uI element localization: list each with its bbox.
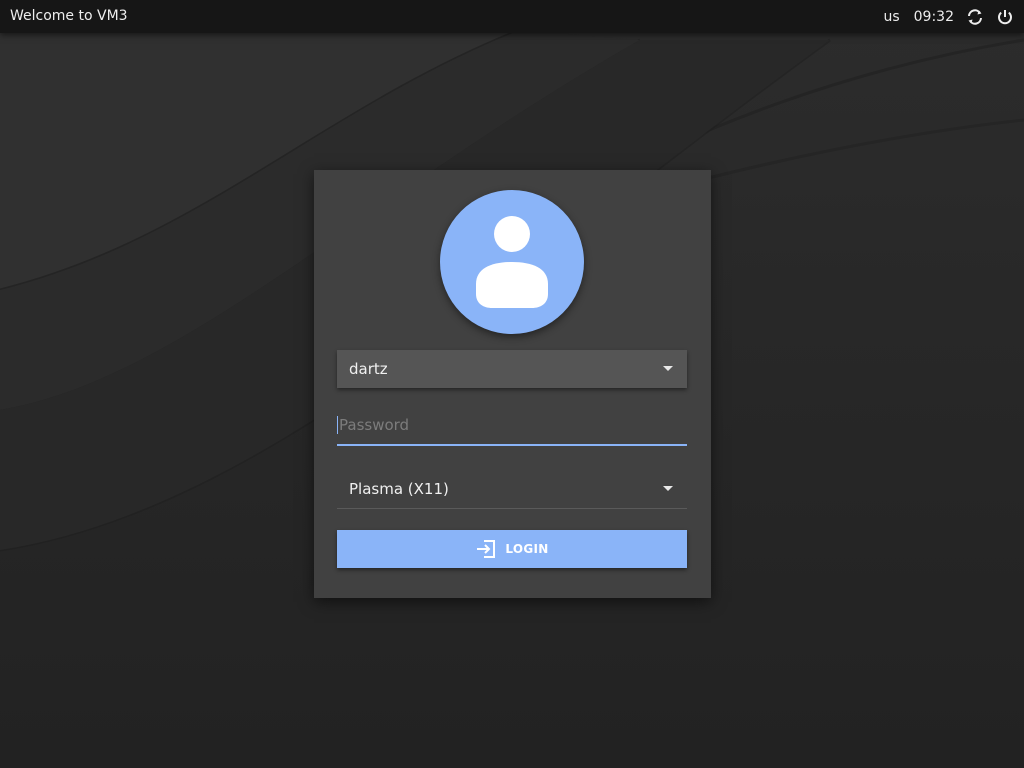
text-cursor [337, 416, 338, 434]
user-select[interactable]: dartz [337, 350, 687, 388]
chevron-down-icon [663, 366, 673, 371]
keyboard-layout-indicator[interactable]: us [883, 9, 899, 25]
login-icon [475, 539, 497, 559]
selected-user: dartz [349, 360, 388, 378]
password-field-container [337, 408, 687, 446]
password-input[interactable] [337, 408, 687, 442]
user-silhouette-icon [476, 216, 548, 308]
user-avatar [440, 190, 584, 334]
clock: 09:32 [913, 8, 954, 25]
refresh-icon[interactable] [966, 8, 984, 26]
top-bar: Welcome to VM3 us 09:32 [0, 0, 1024, 33]
top-bar-indicators: us 09:32 [883, 0, 1014, 33]
session-select[interactable]: Plasma (X11) [337, 470, 687, 509]
greeting-title: Welcome to VM3 [10, 8, 128, 24]
login-button-label: LOGIN [505, 542, 549, 556]
chevron-down-icon [663, 486, 673, 491]
login-card: dartz Plasma (X11) LOGIN [314, 170, 711, 598]
login-button[interactable]: LOGIN [337, 530, 687, 568]
selected-session: Plasma (X11) [349, 480, 449, 498]
power-icon[interactable] [996, 8, 1014, 26]
